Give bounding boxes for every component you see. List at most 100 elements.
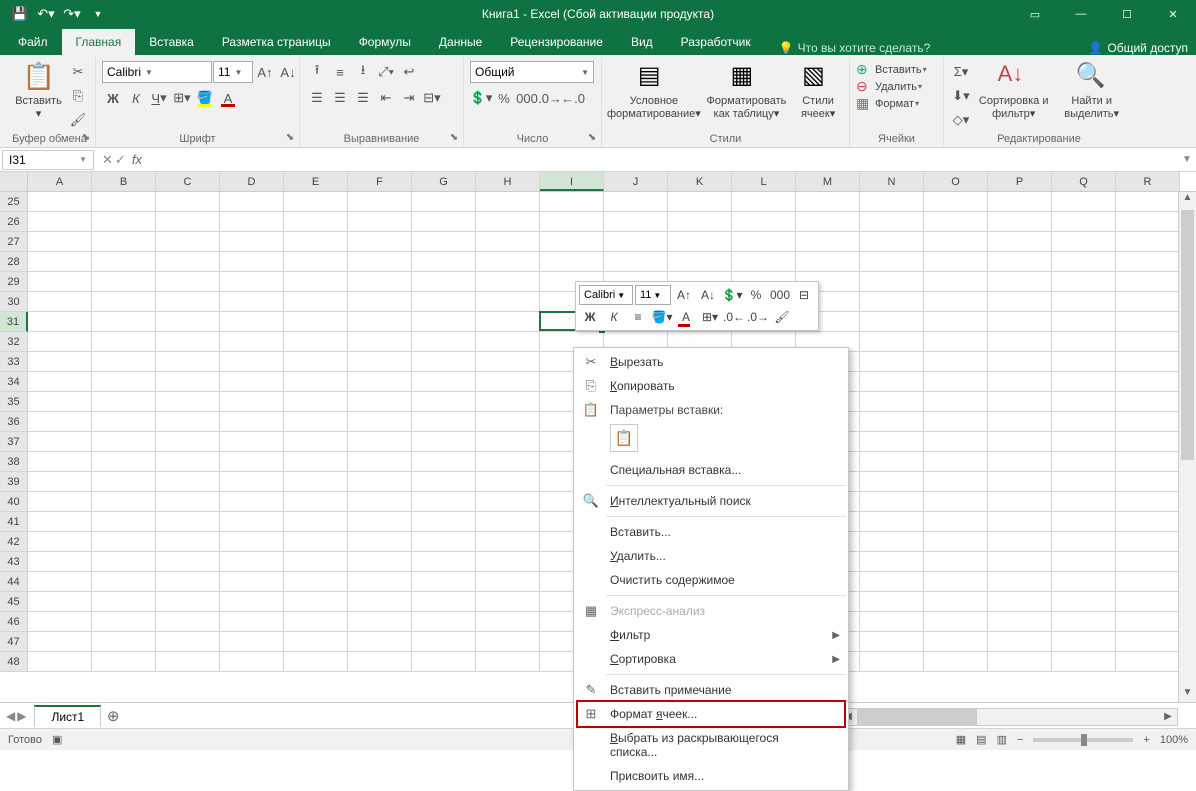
ctx-clear[interactable]: Очистить содержимое bbox=[574, 568, 848, 592]
cell[interactable] bbox=[28, 552, 92, 572]
cell[interactable] bbox=[924, 392, 988, 412]
cell[interactable] bbox=[860, 412, 924, 432]
cell[interactable] bbox=[1052, 212, 1116, 232]
cell[interactable] bbox=[860, 332, 924, 352]
cell[interactable] bbox=[284, 232, 348, 252]
cell[interactable] bbox=[156, 292, 220, 312]
cell[interactable] bbox=[28, 352, 92, 372]
tab-insert[interactable]: Вставка bbox=[135, 29, 208, 55]
cell[interactable] bbox=[1052, 252, 1116, 272]
cell[interactable] bbox=[348, 412, 412, 432]
increase-decimal-icon[interactable]: .0→ bbox=[539, 87, 561, 109]
cell[interactable] bbox=[1116, 252, 1180, 272]
mini-bold-icon[interactable]: Ж bbox=[579, 307, 601, 327]
cell[interactable] bbox=[1116, 492, 1180, 512]
ctx-insert-comment[interactable]: ✎Вставить примечание bbox=[574, 678, 848, 702]
cell[interactable] bbox=[988, 312, 1052, 332]
cell[interactable] bbox=[220, 492, 284, 512]
align-middle-icon[interactable]: ≡ bbox=[329, 61, 351, 83]
ctx-paste-special[interactable]: Специальная вставка... bbox=[574, 458, 848, 482]
cell[interactable] bbox=[988, 532, 1052, 552]
number-launcher[interactable]: ⬊ bbox=[585, 130, 599, 144]
column-header[interactable]: A bbox=[28, 172, 92, 191]
undo-icon[interactable]: ↶▾ bbox=[34, 2, 58, 26]
increase-font-icon[interactable]: A↑ bbox=[254, 61, 276, 83]
cell[interactable] bbox=[988, 232, 1052, 252]
cell[interactable] bbox=[156, 372, 220, 392]
cell[interactable] bbox=[988, 352, 1052, 372]
mini-decrease-font-icon[interactable]: A↓ bbox=[697, 285, 719, 305]
cell[interactable] bbox=[1052, 452, 1116, 472]
cell[interactable] bbox=[348, 532, 412, 552]
row-header[interactable]: 42 bbox=[0, 532, 28, 552]
cell[interactable] bbox=[860, 512, 924, 532]
cell[interactable] bbox=[604, 252, 668, 272]
cell[interactable] bbox=[988, 472, 1052, 492]
cell[interactable] bbox=[476, 572, 540, 592]
cell[interactable] bbox=[284, 392, 348, 412]
font-size-combo[interactable]: 11▼ bbox=[213, 61, 253, 83]
cell[interactable] bbox=[156, 252, 220, 272]
cell[interactable] bbox=[796, 252, 860, 272]
row-header[interactable]: 29 bbox=[0, 272, 28, 292]
cell[interactable] bbox=[1052, 552, 1116, 572]
cell[interactable] bbox=[412, 532, 476, 552]
alignment-launcher[interactable]: ⬊ bbox=[447, 130, 461, 144]
view-normal-icon[interactable]: ▦ bbox=[956, 733, 966, 746]
cell[interactable] bbox=[28, 392, 92, 412]
cell[interactable] bbox=[924, 552, 988, 572]
vertical-scrollbar[interactable]: ▲ ▼ bbox=[1178, 192, 1196, 705]
cell[interactable] bbox=[156, 412, 220, 432]
tab-developer[interactable]: Разработчик bbox=[667, 29, 765, 55]
cell[interactable] bbox=[284, 492, 348, 512]
cell[interactable] bbox=[860, 492, 924, 512]
cell[interactable] bbox=[1116, 552, 1180, 572]
cell[interactable] bbox=[988, 212, 1052, 232]
cell[interactable] bbox=[348, 332, 412, 352]
cell[interactable] bbox=[156, 652, 220, 672]
cell[interactable] bbox=[220, 552, 284, 572]
cell[interactable] bbox=[28, 312, 92, 332]
clipboard-launcher[interactable]: ⬊ bbox=[79, 130, 93, 144]
cell-styles-button[interactable]: ▧Стили ячеек▾ bbox=[793, 59, 843, 123]
cell[interactable] bbox=[1052, 512, 1116, 532]
cell[interactable] bbox=[1116, 472, 1180, 492]
fill-color-icon[interactable]: 🪣 bbox=[194, 87, 216, 109]
cell[interactable] bbox=[1052, 472, 1116, 492]
cell[interactable] bbox=[860, 352, 924, 372]
cell[interactable] bbox=[1116, 192, 1180, 212]
row-header[interactable]: 25 bbox=[0, 192, 28, 212]
cell[interactable] bbox=[1116, 272, 1180, 292]
cell[interactable] bbox=[92, 272, 156, 292]
cell[interactable] bbox=[220, 192, 284, 212]
mini-font-color-icon[interactable]: A bbox=[675, 307, 697, 327]
cell[interactable] bbox=[92, 552, 156, 572]
cell[interactable] bbox=[92, 332, 156, 352]
column-header[interactable]: M bbox=[796, 172, 860, 191]
row-header[interactable]: 27 bbox=[0, 232, 28, 252]
cell[interactable] bbox=[92, 492, 156, 512]
mini-italic-icon[interactable]: К bbox=[603, 307, 625, 327]
cell[interactable] bbox=[1052, 312, 1116, 332]
cell[interactable] bbox=[988, 412, 1052, 432]
cell[interactable] bbox=[348, 432, 412, 452]
row-header[interactable]: 32 bbox=[0, 332, 28, 352]
cell[interactable] bbox=[348, 392, 412, 412]
cell[interactable] bbox=[284, 272, 348, 292]
cell[interactable] bbox=[988, 372, 1052, 392]
column-header[interactable]: B bbox=[92, 172, 156, 191]
share-button[interactable]: 👤 Общий доступ bbox=[1088, 41, 1188, 55]
cell[interactable] bbox=[476, 192, 540, 212]
zoom-level[interactable]: 100% bbox=[1160, 734, 1188, 746]
cell[interactable] bbox=[796, 212, 860, 232]
cell[interactable] bbox=[220, 232, 284, 252]
cell[interactable] bbox=[348, 632, 412, 652]
cell[interactable] bbox=[924, 212, 988, 232]
sheet-tab-active[interactable]: Лист1 bbox=[34, 705, 101, 727]
cell[interactable] bbox=[156, 432, 220, 452]
cells-delete-button[interactable]: Удалить bbox=[875, 81, 917, 93]
cell[interactable] bbox=[284, 292, 348, 312]
align-right-icon[interactable]: ☰ bbox=[352, 87, 374, 109]
cell[interactable] bbox=[860, 212, 924, 232]
cell[interactable] bbox=[540, 212, 604, 232]
